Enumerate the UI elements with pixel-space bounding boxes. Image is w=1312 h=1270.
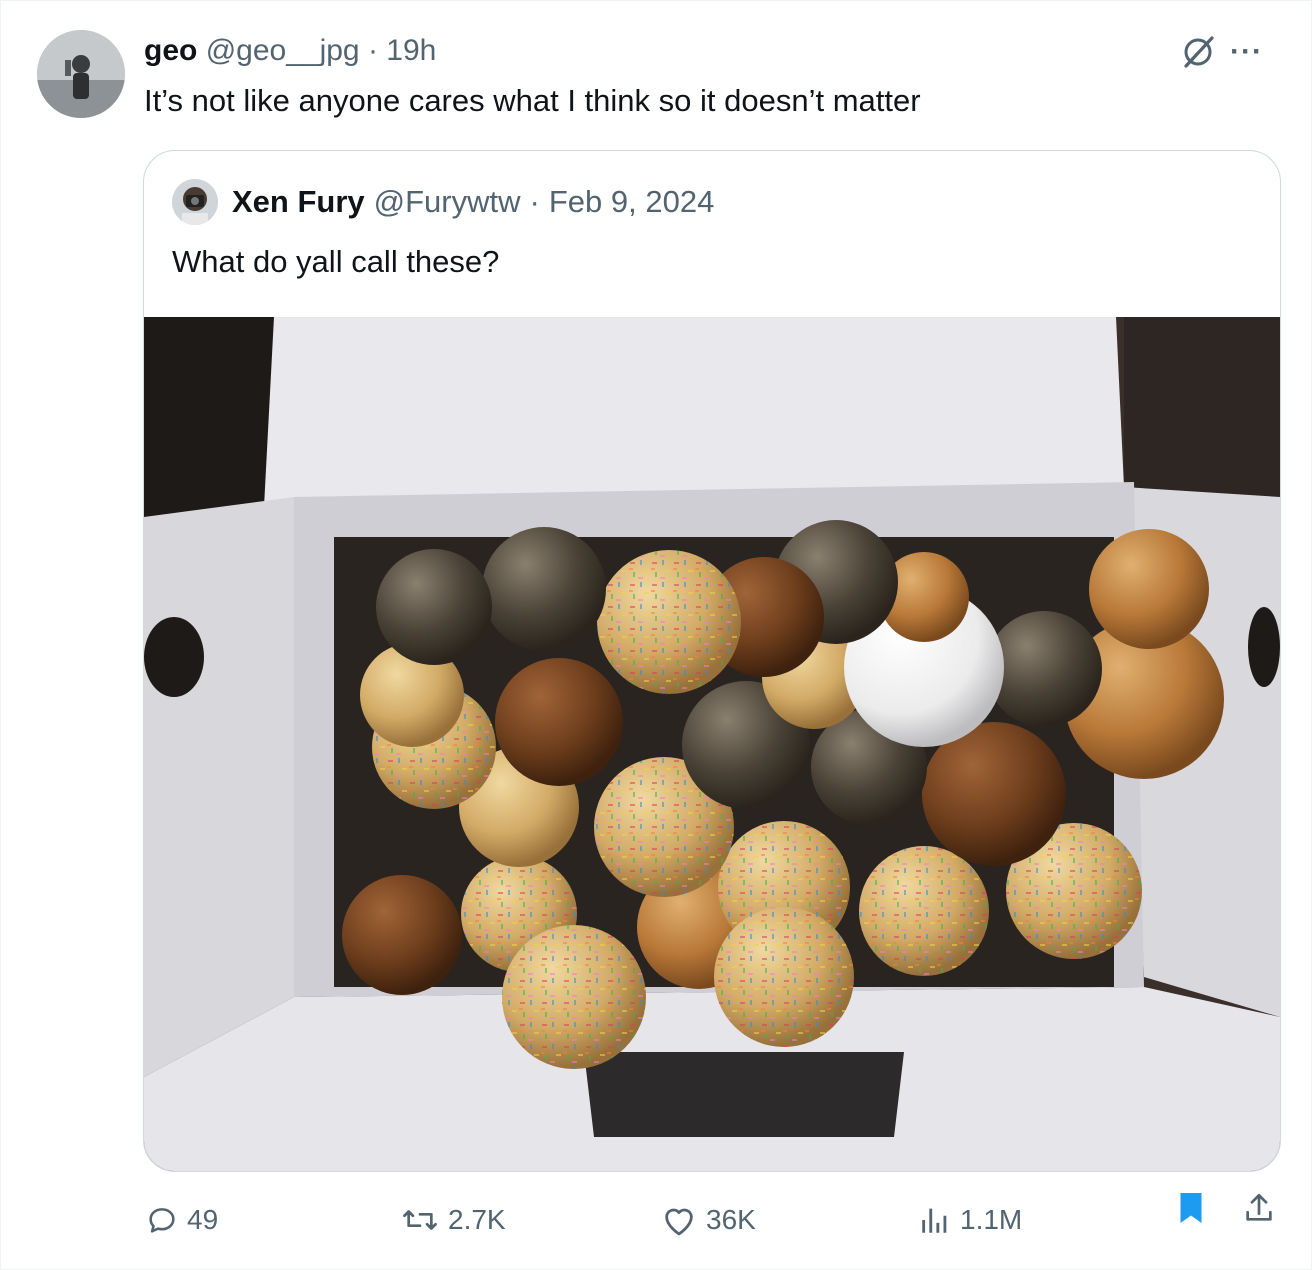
post-time[interactable]: 19h bbox=[386, 34, 436, 67]
quoted-author-name[interactable]: Xen Fury bbox=[232, 179, 365, 225]
author-name[interactable]: geo bbox=[144, 34, 197, 67]
quoted-post[interactable]: Xen Fury @Furywtw · Feb 9, 2024 What do … bbox=[143, 150, 1281, 1172]
quoted-post-text: What do yall call these? bbox=[172, 244, 500, 279]
share-icon bbox=[1246, 1193, 1272, 1221]
bookmark-icon bbox=[1180, 1193, 1202, 1223]
quoted-author-avatar[interactable] bbox=[172, 179, 218, 225]
post-top-icons: ··· bbox=[1180, 34, 1263, 70]
reply-button[interactable]: 49 bbox=[145, 1190, 218, 1250]
share-button[interactable] bbox=[1242, 1190, 1276, 1226]
bookmark-button[interactable] bbox=[1176, 1190, 1206, 1226]
repost-count: 2.7K bbox=[448, 1204, 506, 1235]
reply-icon bbox=[149, 1208, 175, 1233]
author-avatar[interactable] bbox=[37, 30, 125, 118]
quoted-header-separator: · bbox=[529, 184, 540, 219]
post-action-bar: 49 2.7K 36K 1.1M bbox=[0, 1190, 1312, 1250]
grok-icon[interactable] bbox=[1180, 34, 1216, 70]
repost-button[interactable]: 2.7K bbox=[400, 1190, 506, 1250]
author-handle[interactable]: @geo__jpg bbox=[206, 34, 360, 67]
views-count: 1.1M bbox=[960, 1204, 1023, 1235]
like-button[interactable]: 36K bbox=[660, 1190, 756, 1250]
like-count: 36K bbox=[706, 1204, 756, 1235]
quoted-post-header: Xen Fury @Furywtw · Feb 9, 2024 bbox=[172, 179, 714, 225]
donut-holes-photo[interactable] bbox=[144, 317, 1280, 1171]
header-separator: · bbox=[367, 34, 378, 67]
post-text: It’s not like anyone cares what I think … bbox=[144, 83, 921, 118]
reply-count: 49 bbox=[187, 1204, 219, 1235]
quoted-post-date[interactable]: Feb 9, 2024 bbox=[549, 179, 714, 225]
heart-icon bbox=[665, 1208, 693, 1236]
views-button[interactable]: 1.1M bbox=[918, 1190, 1022, 1250]
views-chart-icon bbox=[922, 1208, 947, 1233]
repost-icon bbox=[403, 1210, 437, 1230]
more-options-icon[interactable]: ··· bbox=[1230, 37, 1263, 67]
quoted-author-handle[interactable]: @Furywtw bbox=[374, 179, 521, 225]
post-header: geo @geo__jpg · 19h bbox=[144, 33, 436, 69]
